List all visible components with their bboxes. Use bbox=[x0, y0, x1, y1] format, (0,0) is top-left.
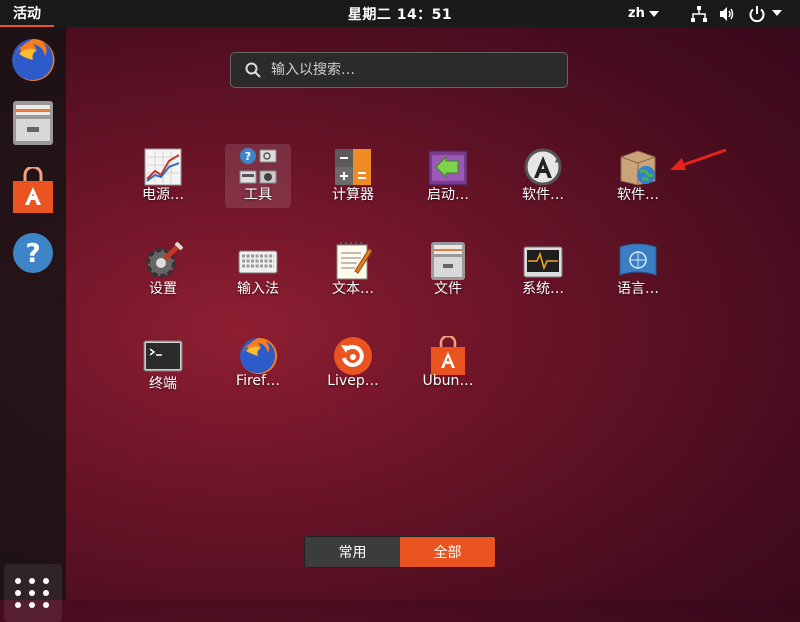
svg-text:?: ? bbox=[245, 150, 251, 163]
app-label: 系统… bbox=[522, 281, 564, 297]
livepatch-icon bbox=[334, 337, 372, 375]
utilities-folder-icon: ? bbox=[239, 148, 277, 184]
app-system-monitor[interactable]: 系统… bbox=[510, 238, 576, 304]
app-label: 输入法 bbox=[237, 281, 279, 297]
volume-icon[interactable] bbox=[718, 5, 736, 23]
file-cabinet-icon[interactable] bbox=[9, 99, 57, 147]
annotation-arrow-icon bbox=[670, 148, 727, 170]
software-updater-icon bbox=[524, 148, 562, 186]
app-label: 文本… bbox=[332, 281, 374, 297]
ubuntu-software-icon bbox=[431, 336, 465, 375]
software-sources-icon bbox=[620, 150, 656, 186]
app-label: 软件… bbox=[617, 187, 659, 203]
dock: ? bbox=[0, 27, 66, 622]
language-label: zh bbox=[628, 6, 645, 21]
app-label: 软件… bbox=[522, 187, 564, 203]
top-bar: 活动 星期二 14：51 zh bbox=[0, 0, 800, 27]
app-firefox[interactable]: Firef… bbox=[225, 333, 291, 399]
app-label: 工具 bbox=[244, 187, 272, 203]
show-applications-button[interactable] bbox=[4, 564, 62, 622]
power-icon[interactable] bbox=[748, 5, 766, 23]
firefox-icon[interactable] bbox=[9, 36, 57, 84]
app-files[interactable]: 文件 bbox=[415, 238, 481, 304]
app-ubuntu-software[interactable]: Ubun… bbox=[415, 333, 481, 399]
app-text-editor[interactable]: 文本… bbox=[320, 238, 386, 304]
app-settings[interactable]: 设置 bbox=[130, 238, 196, 304]
app-label: Livep… bbox=[327, 373, 379, 389]
language-indicator[interactable]: zh bbox=[628, 0, 659, 27]
tab-frequent[interactable]: 常用 bbox=[305, 537, 400, 567]
app-label: 文件 bbox=[434, 281, 462, 297]
app-label: Firef… bbox=[236, 373, 280, 389]
language-flag-icon bbox=[619, 243, 657, 276]
app-utilities-folder[interactable]: ? 工具 bbox=[225, 144, 291, 208]
search-icon bbox=[245, 62, 261, 78]
chevron-down-icon bbox=[648, 10, 659, 17]
app-label: 启动… bbox=[427, 187, 469, 203]
search-box[interactable] bbox=[230, 52, 568, 88]
tab-all[interactable]: 全部 bbox=[400, 537, 495, 567]
app-label: 终端 bbox=[149, 376, 177, 392]
app-label: 计算器 bbox=[332, 187, 374, 203]
app-livepatch[interactable]: Livep… bbox=[320, 333, 386, 399]
chevron-down-icon[interactable] bbox=[772, 10, 782, 16]
text-editor-icon bbox=[336, 242, 373, 280]
app-terminal[interactable]: 终端 bbox=[130, 333, 196, 399]
app-label: 电源… bbox=[142, 187, 184, 203]
app-language-support[interactable]: 语言… bbox=[605, 238, 671, 304]
view-switcher: 常用 全部 bbox=[304, 536, 496, 568]
app-startup-disk[interactable]: 启动… bbox=[415, 144, 481, 210]
settings-gear-icon bbox=[146, 241, 183, 278]
clock[interactable]: 星期二 14：51 bbox=[348, 0, 452, 27]
app-label: 语言… bbox=[617, 281, 659, 297]
app-label: Ubun… bbox=[422, 373, 474, 389]
power-statistics-icon bbox=[144, 148, 182, 186]
app-label: 设置 bbox=[149, 281, 177, 297]
search-input[interactable] bbox=[269, 61, 563, 79]
app-software-updater[interactable]: 软件… bbox=[510, 144, 576, 210]
startup-disk-icon bbox=[428, 150, 468, 186]
svg-text:?: ? bbox=[25, 239, 40, 269]
app-calculator[interactable]: 计算器 bbox=[320, 144, 386, 210]
help-icon[interactable]: ? bbox=[9, 229, 57, 277]
keyboard-icon bbox=[238, 250, 278, 274]
network-icon[interactable] bbox=[690, 5, 708, 23]
app-power-statistics[interactable]: 电源… bbox=[130, 144, 196, 210]
app-input-method[interactable]: 输入法 bbox=[225, 238, 291, 304]
firefox-icon bbox=[240, 337, 278, 374]
system-monitor-icon bbox=[523, 246, 563, 278]
app-software-sources[interactable]: 软件… bbox=[605, 144, 671, 210]
terminal-icon bbox=[143, 340, 183, 372]
file-cabinet-icon bbox=[431, 242, 465, 280]
calculator-icon bbox=[335, 149, 371, 185]
ubuntu-software-icon[interactable] bbox=[9, 167, 57, 215]
activities-button[interactable]: 活动 bbox=[0, 0, 54, 27]
